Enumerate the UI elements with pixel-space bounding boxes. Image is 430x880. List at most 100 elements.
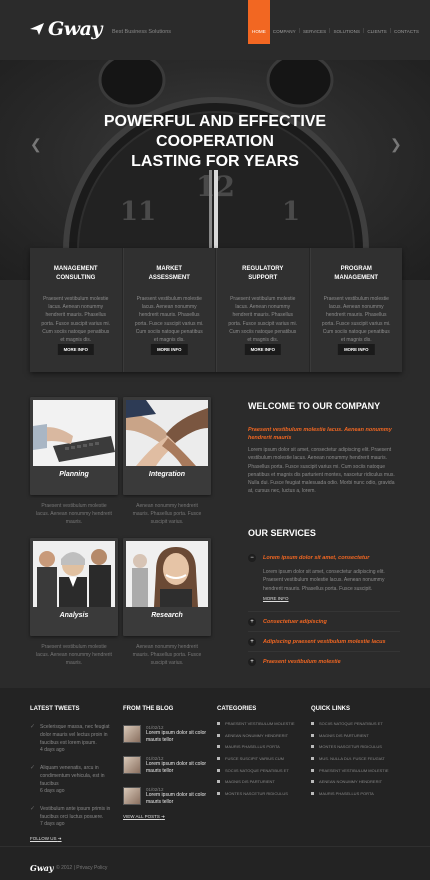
tweet-item: ✓ Vestibulum ante ipsum primis in faucib… — [30, 805, 114, 827]
accordion-item[interactable]: + Adipiscing praesent vestibulum molesti… — [248, 632, 400, 653]
blog-item[interactable]: 01/02/12 Lorem ipsum dolor sit color maur… — [123, 756, 216, 774]
service-box: MARKET ASSESSMENT Praesent vestibulum mol… — [122, 248, 216, 372]
service-box-title-line: SUPPORT — [248, 275, 278, 281]
accordion-item-open[interactable]: − Lorem ipsum dolor sit amet, consectetu… — [248, 548, 400, 568]
feature-card[interactable]: Integration — [123, 397, 211, 495]
bullet-icon — [311, 780, 314, 784]
quick-link[interactable]: SOCIIS NATOQUE PENATIBUS ET — [311, 718, 389, 730]
slider-next-icon[interactable]: ❯ — [390, 136, 402, 153]
accordion-label: Consectetuer adipiscing — [263, 618, 327, 625]
category-link[interactable]: MAURIS PHASELLUS PORTA — [217, 741, 295, 753]
bullet-icon — [217, 722, 220, 726]
nav-services[interactable]: SERVICES — [300, 0, 329, 44]
nav-solutions[interactable]: SOLUTIONS — [330, 0, 363, 44]
accordion-label: Adipiscing praesent vestibulum molestie … — [263, 638, 386, 645]
category-link[interactable]: MAGNIS DIS PARTURIENT — [217, 776, 295, 788]
service-box-title-line: MANAGEMENT — [334, 275, 379, 281]
copyright: © 2012 | Privacy Policy — [56, 865, 108, 871]
quick-link[interactable]: AENEAN NONUMMY HENDRERIT — [311, 776, 389, 788]
tweet-item: ✓ Scelerisque massa, nec feugiat dolor m… — [30, 723, 114, 753]
feature-analysis: Analysis Praesent vestibulum molestie la… — [30, 538, 118, 667]
accordion-text: Lorem ipsum dolor sit amet, consectetur … — [263, 569, 385, 592]
feature-text: Aenean nonummy hendrerit mauris. Phasell… — [132, 644, 202, 666]
category-label: AENEAN NONUMMY HENDRERIT — [225, 732, 289, 738]
tweet-item: ✓ Aliquam venenatis, arcu in condimentum… — [30, 764, 114, 794]
hero-slider: 11 12 1 POWERFUL AND EFFECTIVE COOPERATI… — [0, 60, 430, 280]
services-boxes: MANAGEMENT CONSULTING Praesent vestibulum… — [30, 248, 402, 372]
service-box-title: MANAGEMENT CONSULTING — [36, 265, 116, 283]
category-link[interactable]: PRAESENT VESTIBULUM MOLESTIE — [217, 718, 295, 730]
minus-icon: − — [248, 554, 256, 562]
accordion-label: Lorem ipsum dolor sit amet, consectetur — [263, 555, 370, 561]
svg-text:11: 11 — [120, 197, 156, 227]
footer-tweets: LATEST TWEETS ✓ Scelerisque massa, nec f… — [30, 706, 114, 842]
tweet-text[interactable]: Vestibulum ante ipsum primis in faucibus… — [40, 805, 114, 821]
quick-link[interactable]: MUS. NULLA DUI. FUSCE FEUGIAT — [311, 753, 389, 765]
quick-link[interactable]: MAURIS PHASELLUS PORTA — [311, 788, 389, 800]
services-accordion: − Lorem ipsum dolor sit amet, consectetu… — [248, 548, 400, 672]
hero-title-line: LASTING FOR YEARS — [131, 153, 299, 170]
footer-blog: FROM THE BLOG 01/02/12 Lorem ipsum dolor … — [123, 706, 216, 820]
arrow-right-icon: ➜ — [57, 836, 62, 841]
service-box: MANAGEMENT CONSULTING Praesent vestibulum… — [30, 248, 123, 372]
more-info-button[interactable]: MORE INFO — [338, 344, 375, 355]
tweet-text[interactable]: Scelerisque massa, nec feugiat dolor mau… — [40, 723, 114, 747]
category-link[interactable]: SOCIIS NATOQUE PENATIBUS ET — [217, 764, 295, 776]
service-box-title-line: CONSULTING — [56, 275, 96, 281]
nav-home[interactable]: HOME — [248, 0, 270, 44]
service-box-title-line: MANAGEMENT — [53, 266, 98, 272]
more-info-button[interactable]: MORE INFO — [244, 344, 281, 355]
feature-text: Praesent vestibulum molestie lacus. Aene… — [36, 644, 112, 666]
blog-thumbnail — [123, 787, 141, 805]
footer-column-title: CATEGORIES — [217, 706, 257, 712]
footer-logo[interactable]: Gway — [30, 863, 54, 873]
service-box-text: Praesent vestibulum molestie lacus. Aene… — [134, 296, 204, 344]
accordion-item[interactable]: + Consectetuer adipiscing — [248, 612, 400, 633]
logo[interactable]: Gway — [30, 18, 102, 40]
bullet-icon — [217, 733, 220, 737]
category-link[interactable]: FUSCE SUSCIPIT VARIUS CUM — [217, 753, 295, 765]
feature-label: Planning — [59, 471, 89, 478]
category-label: MONTES NASCETUR RIDICULUS — [225, 790, 288, 796]
blog-item[interactable]: 01/02/12 Lorem ipsum dolor sit color maur… — [123, 787, 216, 805]
service-box: REGULATORY SUPPORT Praesent vestibulum mo… — [216, 248, 310, 372]
accordion-item[interactable]: + Praesent vestibulum molestie — [248, 652, 400, 672]
follow-us-link[interactable]: FOLLOW US ➜ — [30, 836, 114, 842]
tweet-icon: ✓ — [30, 724, 36, 730]
feature-planning: Planning Praesent vestibulum molestie la… — [30, 397, 118, 526]
service-box-title-line: MARKET — [156, 266, 183, 272]
keyboard-photo — [33, 400, 115, 466]
tweet-text[interactable]: Aliquam venenatis, arcu in condimentum v… — [40, 764, 114, 788]
feature-text: Aenean nonummy hendrerit mauris. Phasell… — [132, 503, 202, 525]
quick-link[interactable]: MAGNIS DIS PARTURIENT — [311, 730, 389, 742]
feature-card[interactable]: Research — [123, 538, 211, 636]
more-info-button[interactable]: MORE INFO — [57, 344, 94, 355]
bullet-icon — [311, 768, 314, 772]
service-box-text: Praesent vestibulum molestie lacus. Aene… — [321, 296, 391, 344]
blog-item[interactable]: 01/02/12 Lorem ipsum dolor sit color maur… — [123, 725, 216, 743]
slider-prev-icon[interactable]: ❮ — [30, 136, 42, 153]
nav-contacts[interactable]: CONTACTS — [391, 0, 422, 44]
nav-company[interactable]: COMPANY — [270, 0, 299, 44]
tweet-icon: ✓ — [30, 765, 36, 771]
more-info-button[interactable]: MORE INFO — [151, 344, 188, 355]
hero-title-line: COOPERATION — [156, 133, 274, 150]
category-link[interactable]: AENEAN NONUMMY HENDRERIT — [217, 730, 295, 742]
feature-label: Integration — [148, 471, 186, 478]
more-info-link[interactable]: MORE INFO — [263, 595, 289, 603]
service-box-title: MARKET ASSESSMENT — [130, 265, 210, 283]
nav-clients[interactable]: CLIENTS — [364, 0, 389, 44]
accordion-body: Lorem ipsum dolor sit amet, consectetur … — [248, 568, 400, 607]
tweet-time: 4 days ago — [40, 747, 65, 753]
category-link[interactable]: MONTES NASCETUR RIDICULUS — [217, 788, 295, 800]
svg-text:1: 1 — [282, 197, 300, 227]
service-box-title-line: ASSESSMENT — [148, 275, 190, 281]
quick-link-label: MUS. NULLA DUI. FUSCE FEUGIAT — [319, 756, 385, 762]
feature-card[interactable]: Analysis — [30, 538, 118, 636]
feature-card[interactable]: Planning — [30, 397, 118, 495]
view-all-posts-link[interactable]: VIEW ALL POSTS ➜ — [123, 814, 216, 820]
welcome-lead[interactable]: Praesent vestibulum molestie lacus. Aene… — [248, 426, 400, 442]
quick-link[interactable]: PRAESENT VESTIBULUM MOLESTIE — [311, 764, 389, 776]
bullet-icon — [311, 722, 314, 726]
quick-link[interactable]: MONTES NASCETUR RIDICULUS — [311, 741, 389, 753]
